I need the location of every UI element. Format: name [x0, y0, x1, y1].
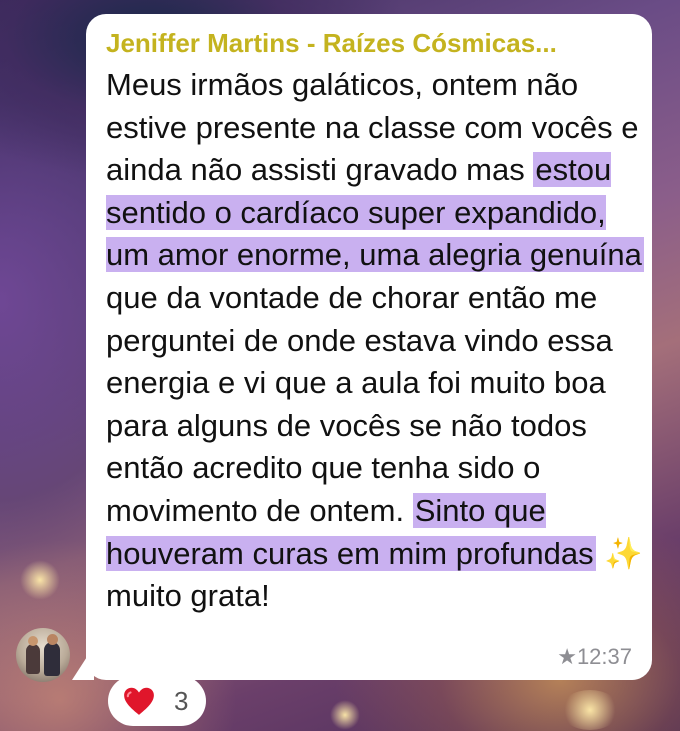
heart-icon: [124, 687, 154, 715]
reaction-count: 3: [174, 686, 189, 716]
message-text-middle: que da vontade de chorar então me pergun…: [106, 279, 613, 528]
sender-name[interactable]: Jeniffer Martins - Raízes Cósmicas...: [106, 24, 636, 62]
message-meta: ★12:37: [557, 644, 632, 670]
reaction-chip[interactable]: 3: [108, 676, 206, 726]
background-sparkle: [20, 560, 60, 600]
message-time: 12:37: [576, 644, 632, 669]
avatar[interactable]: [16, 628, 70, 682]
sparkles-icon: ✨: [604, 535, 643, 571]
message-bubble-tail: [72, 646, 94, 680]
message-text-end: muito grata!: [106, 578, 270, 614]
message-text: Meus irmãos galáticos, ontem não estive …: [106, 64, 646, 618]
star-icon: ★: [557, 644, 577, 669]
background-sparkle: [330, 700, 360, 730]
background-sparkle: [560, 690, 620, 730]
